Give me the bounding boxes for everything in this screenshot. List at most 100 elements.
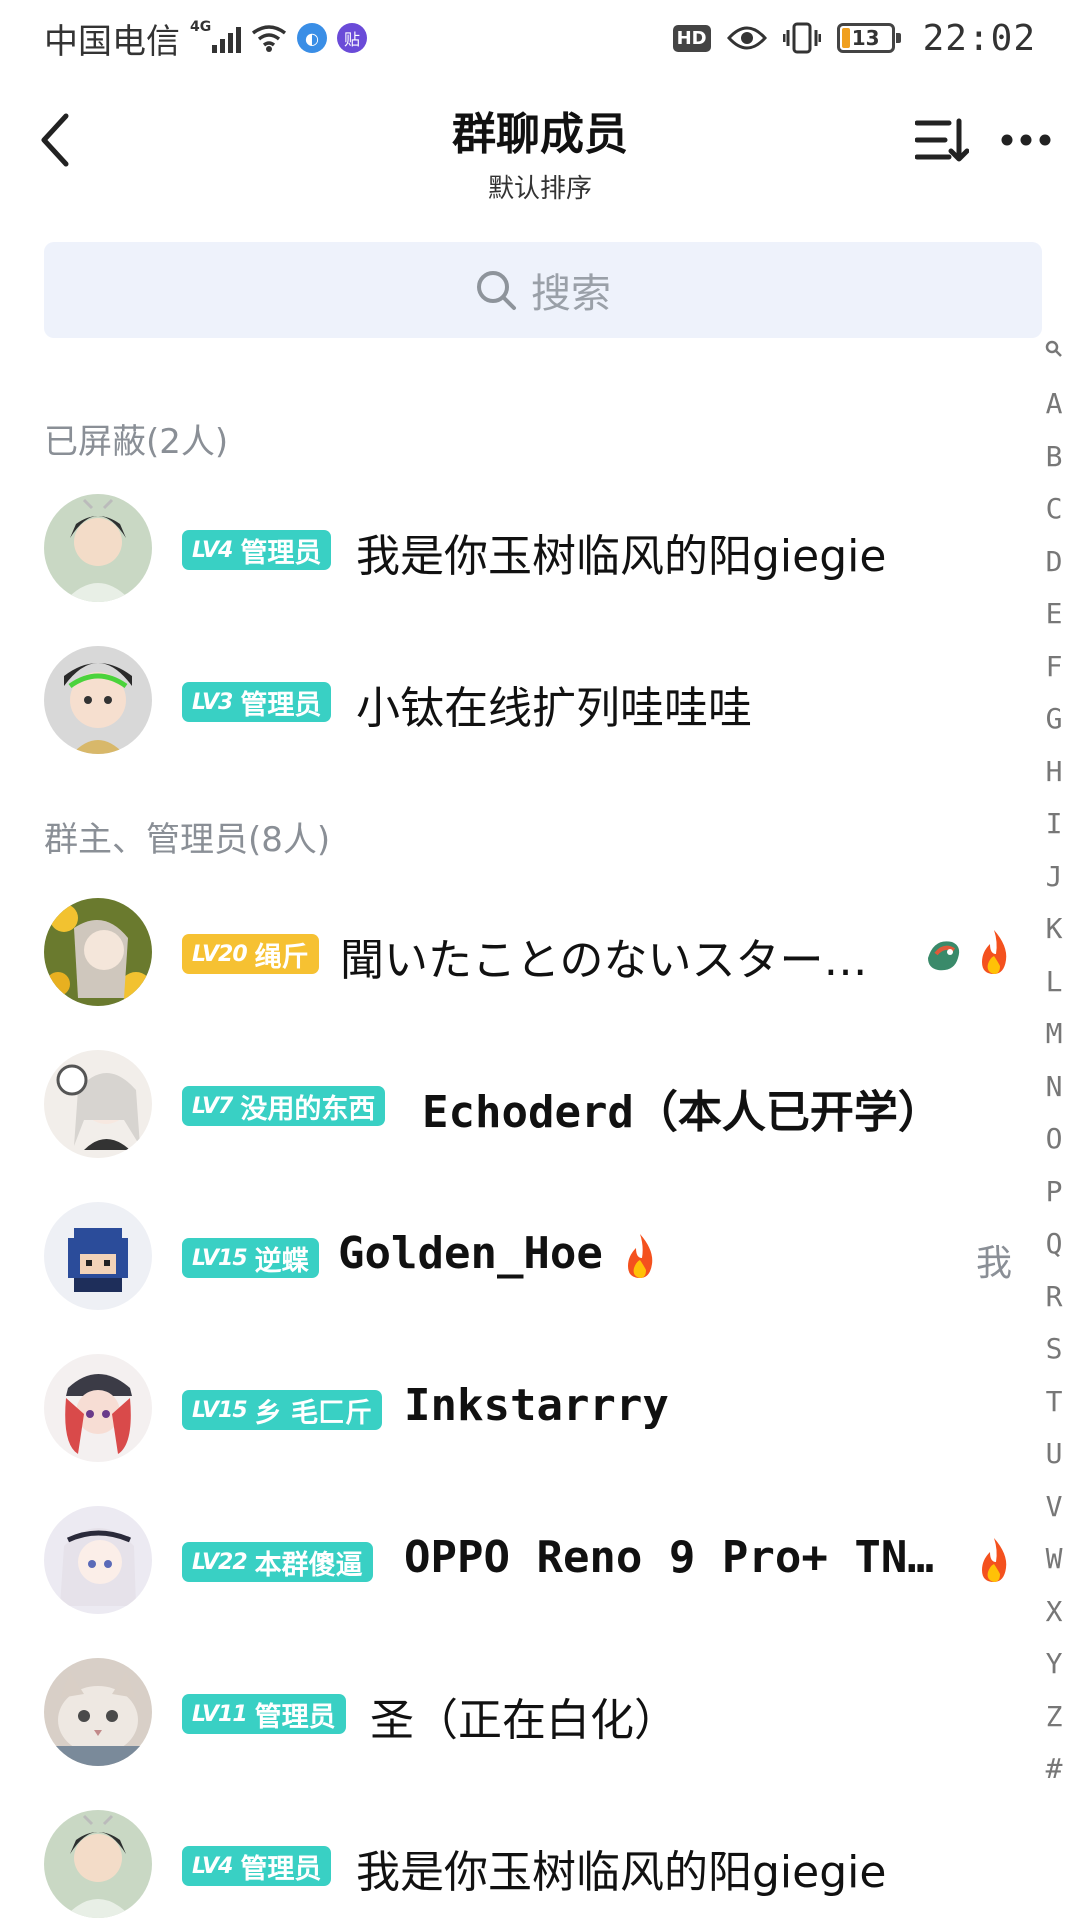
member-badge: LV11 管理员 [182, 1694, 346, 1734]
hd-icon: HD [672, 24, 711, 52]
member-row[interactable]: LV11 管理员 圣（正在白化） [0, 1648, 1020, 1778]
flame-icon [982, 1538, 1007, 1582]
clock: 22:02 [922, 17, 1036, 59]
avatar[interactable] [44, 1354, 152, 1462]
search-icon [477, 271, 516, 310]
level-label: LV7 [192, 1093, 233, 1119]
index-letter[interactable]: X [1032, 1586, 1076, 1639]
index-letter[interactable]: T [1032, 1376, 1076, 1429]
index-letter[interactable]: A [1032, 378, 1076, 431]
index-letter[interactable]: K [1032, 903, 1076, 956]
index-letter[interactable]: P [1032, 1166, 1076, 1219]
flame-icon [628, 1234, 653, 1278]
index-letter[interactable]: D [1032, 536, 1076, 589]
sort-button[interactable] [912, 110, 972, 170]
title-tag: 管理员 [240, 689, 322, 721]
member-badge: LV15 逆蝶 [182, 1238, 319, 1278]
more-dots-icon [1001, 134, 1051, 146]
member-badge: LV4 管理员 [182, 1846, 332, 1886]
index-letter[interactable]: H [1032, 746, 1076, 799]
sort-mode-label[interactable]: 默认排序 [0, 168, 1080, 205]
index-letter[interactable]: Y [1032, 1638, 1076, 1691]
section-label-blocked: 已屏蔽(2人) [44, 422, 229, 462]
member-badge: LV7 没用的东西 [182, 1086, 386, 1126]
member-badge: LV22 本群傻逼 [182, 1542, 373, 1582]
level-label: LV4 [192, 537, 233, 563]
cell-signal-icon: 4G [190, 19, 241, 53]
index-letter[interactable]: F [1032, 641, 1076, 694]
search-placeholder: 搜索 [531, 271, 611, 317]
avatar[interactable] [44, 646, 152, 754]
title-tag: 没用的东西 [240, 1093, 376, 1125]
index-letter[interactable]: M [1032, 1008, 1076, 1061]
index-letter[interactable]: I [1032, 798, 1076, 851]
member-badge: LV15 乡 毛匚斤 [182, 1390, 383, 1430]
member-name: Golden_Hoe [338, 1228, 603, 1279]
level-label: LV22 [192, 1549, 248, 1575]
member-badge: LV4 管理员 [182, 530, 332, 570]
network-type: 4G [190, 19, 212, 35]
level-label: LV4 [192, 1853, 233, 1879]
member-row[interactable]: LV4 管理员 我是你玉树临风的阳giegie [0, 484, 1020, 614]
index-letter[interactable]: S [1032, 1323, 1076, 1376]
title-tag: 管理员 [240, 1853, 322, 1885]
member-name: 小钛在线扩列哇哇哇 [356, 683, 752, 734]
index-letter[interactable]: G [1032, 693, 1076, 746]
index-letter[interactable]: C [1032, 483, 1076, 536]
index-letter[interactable]: R [1032, 1271, 1076, 1324]
carrier-label: 中国电信 [44, 21, 180, 62]
level-label: LV20 [192, 941, 248, 967]
index-letter[interactable]: E [1032, 588, 1076, 641]
member-row[interactable]: LV15 乡 毛匚斤 Inkstarrry [0, 1344, 1020, 1474]
dragon-icon [928, 941, 960, 971]
avatar[interactable] [44, 1658, 152, 1766]
more-button[interactable] [996, 110, 1056, 170]
index-letter[interactable]: L [1032, 956, 1076, 1009]
avatar[interactable] [44, 1202, 152, 1310]
alphabet-letters[interactable]: A B C D E F G H I J K L M N O P Q R S T U V W X Y Z # [1032, 378, 1076, 1796]
title-tag: 管理员 [254, 1701, 336, 1733]
member-row[interactable]: LV4 管理员 我是你玉树临风的阳giegie [0, 1800, 1020, 1920]
section-label-admins: 群主、管理员(8人) [44, 820, 331, 860]
browser-notification-icon: ◐ [297, 23, 327, 53]
member-row[interactable]: LV20 绳斤 聞いたことのないスター… [0, 888, 1020, 1018]
index-letter[interactable]: O [1032, 1113, 1076, 1166]
index-search-icon[interactable] [1045, 340, 1063, 358]
member-row[interactable]: LV15 逆蝶 Golden_Hoe 我 [0, 1192, 1020, 1322]
level-label: LV11 [192, 1701, 248, 1727]
index-letter[interactable]: N [1032, 1061, 1076, 1114]
wifi-icon [251, 25, 287, 52]
level-label: LV3 [192, 689, 233, 715]
avatar[interactable] [44, 494, 152, 602]
eye-icon [726, 26, 767, 50]
index-letter[interactable]: V [1032, 1481, 1076, 1534]
member-name: 圣（正在白化） [370, 1695, 678, 1746]
index-letter[interactable]: Z [1032, 1691, 1076, 1744]
index-letter[interactable]: U [1032, 1428, 1076, 1481]
avatar[interactable] [44, 898, 152, 1006]
index-letter[interactable]: J [1032, 851, 1076, 904]
title-tag: 乡 毛匚斤 [254, 1397, 373, 1429]
index-letter[interactable]: Q [1032, 1218, 1076, 1271]
nav-bar: 群聊成员 默认排序 [0, 80, 1080, 204]
member-name: Inkstarrry [404, 1380, 669, 1431]
member-row[interactable]: LV22 本群傻逼 OPPO Reno 9 Pro+ TN… [0, 1496, 1020, 1626]
member-row[interactable]: LV7 没用的东西 Echoderd（本人已开学） [0, 1040, 1020, 1170]
title-tag: 本群傻逼 [254, 1549, 363, 1581]
index-letter[interactable]: # [1032, 1743, 1076, 1796]
alphabet-index[interactable]: A B C D E F G H I J K L M N O P Q R S T U V W X Y Z # [1032, 340, 1076, 1796]
sort-icon [915, 118, 969, 162]
member-name: Echoderd（本人已开学） [422, 1087, 942, 1138]
avatar[interactable] [44, 1506, 152, 1614]
member-name: 我是你玉树临风的阳giegie [356, 1847, 887, 1898]
index-letter[interactable]: W [1032, 1533, 1076, 1586]
level-label: LV15 [192, 1245, 248, 1271]
title-tag: 绳斤 [254, 941, 309, 973]
search-input[interactable]: 搜索 [44, 242, 1042, 338]
avatar[interactable] [44, 1050, 152, 1158]
title-tag: 逆蝶 [254, 1245, 309, 1277]
member-row[interactable]: LV3 管理员 小钛在线扩列哇哇哇 [0, 636, 1020, 766]
index-letter[interactable]: B [1032, 431, 1076, 484]
title-tag: 管理员 [240, 537, 322, 569]
avatar[interactable] [44, 1810, 152, 1918]
